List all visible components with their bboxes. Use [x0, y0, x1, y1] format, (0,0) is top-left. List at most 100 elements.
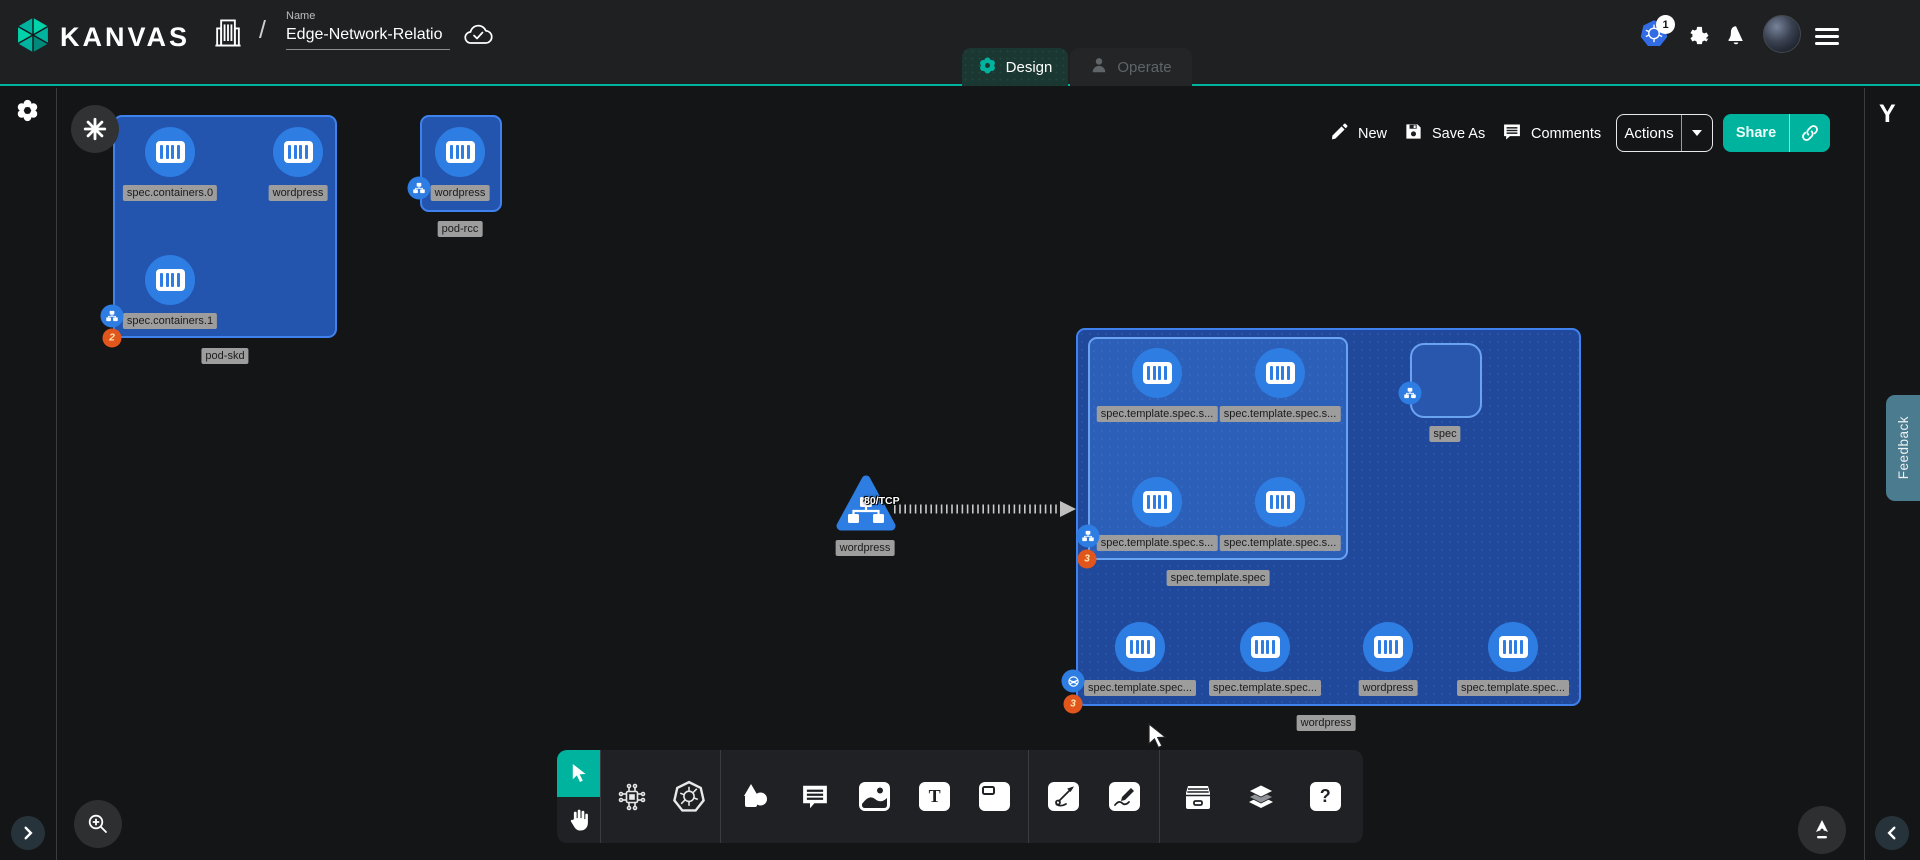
breadcrumb-separator: /: [259, 16, 266, 45]
pen-path-icon: [1048, 782, 1079, 811]
app-header: KANVAS / Name Edge-Network-Relatio: [0, 0, 1920, 86]
node-template-container-1[interactable]: [1255, 348, 1305, 398]
feedback-tab-label: Feedback: [1896, 416, 1911, 479]
tool-shapes[interactable]: [729, 767, 781, 827]
pod-skd-relationship-badge[interactable]: [101, 305, 124, 328]
container-icon: [1499, 636, 1528, 658]
node-label-spec: spec: [1429, 426, 1460, 442]
actions-dropdown-caret[interactable]: [1682, 130, 1712, 136]
comments-button[interactable]: Comments: [1502, 115, 1601, 152]
node-label-pod-rcc: pod-rcc: [438, 221, 483, 237]
node-container-spec-containers-0[interactable]: [145, 127, 195, 177]
meshery-spinner-icon: [15, 98, 40, 128]
new-button-label: New: [1358, 126, 1387, 142]
canvas-toolbar: T: [557, 750, 1363, 843]
brand-title: KANVAS: [60, 22, 190, 53]
node-label: spec.template.spec.s...: [1220, 406, 1341, 422]
actions-button-label[interactable]: Actions: [1617, 125, 1681, 142]
design-name-input[interactable]: Edge-Network-Relatio: [286, 26, 450, 50]
tool-select[interactable]: [557, 750, 600, 797]
copy-link-icon[interactable]: [1790, 123, 1830, 143]
design-tab-label: Design: [1006, 59, 1053, 76]
node-label: spec.template.spec...: [1209, 680, 1321, 696]
node-deploy-container-2[interactable]: [1363, 622, 1413, 672]
node-label: spec.template.spec...: [1084, 680, 1196, 696]
layers-icon: [1245, 782, 1277, 812]
operate-tab-label: Operate: [1117, 59, 1171, 76]
share-split-button[interactable]: Share: [1723, 114, 1830, 152]
tool-help[interactable]: ?: [1299, 767, 1351, 827]
tool-pencil-draw[interactable]: [1098, 767, 1150, 827]
cluster-flake-button[interactable]: [71, 105, 119, 153]
node-template-container-3[interactable]: [1255, 477, 1305, 527]
design-name-label: Name: [286, 10, 450, 22]
node-template-container-0[interactable]: [1132, 348, 1182, 398]
template-error-badge[interactable]: 3: [1078, 550, 1097, 569]
tool-note[interactable]: [968, 767, 1020, 827]
settings-gear-icon[interactable]: [1688, 25, 1711, 53]
node-spec-template-spec[interactable]: [1088, 337, 1348, 560]
container-icon: [1126, 636, 1155, 658]
pod-rcc-relationship-badge[interactable]: [408, 177, 431, 200]
node-label-service: wordpress: [836, 540, 895, 556]
template-relationship-badge[interactable]: [1077, 525, 1100, 548]
pen-mode-button[interactable]: [1798, 806, 1846, 854]
tool-integrations[interactable]: [606, 767, 658, 827]
container-icon: [1251, 636, 1280, 658]
organization-icon[interactable]: [214, 17, 242, 54]
pencil-draw-icon: [1109, 782, 1140, 811]
menu-hamburger-icon[interactable]: [1815, 28, 1839, 45]
node-container-wordpress-1[interactable]: [273, 127, 323, 177]
expand-left-panel-chevron[interactable]: [11, 816, 45, 850]
container-icon: [156, 141, 185, 163]
pod-skd-error-badge[interactable]: 2: [103, 329, 122, 348]
comment-icon: [800, 782, 830, 812]
edge-service-to-deployment: [892, 494, 1082, 524]
tool-pen[interactable]: [1038, 767, 1090, 827]
design-tab-icon: [978, 56, 997, 79]
expand-right-panel-chevron[interactable]: [1875, 816, 1909, 850]
tool-components-drawer[interactable]: [1172, 767, 1224, 827]
feedback-tab[interactable]: Feedback: [1886, 395, 1920, 501]
right-dock-y-icon[interactable]: Y: [1879, 100, 1896, 129]
container-icon: [1374, 636, 1403, 658]
deployment-relationship-badge[interactable]: [1062, 670, 1085, 693]
help-question-icon: ?: [1310, 782, 1341, 811]
new-button[interactable]: New: [1330, 115, 1387, 152]
container-icon: [446, 141, 475, 163]
user-avatar[interactable]: [1763, 15, 1801, 53]
node-template-container-2[interactable]: [1132, 477, 1182, 527]
brand[interactable]: KANVAS: [14, 16, 190, 59]
mouse-cursor: [1146, 722, 1170, 750]
save-as-button-label: Save As: [1432, 126, 1485, 142]
node-container-wordpress-rcc[interactable]: [435, 127, 485, 177]
deployment-error-badge[interactable]: 3: [1064, 695, 1083, 714]
left-rail: [0, 88, 57, 860]
actions-split-button[interactable]: Actions: [1616, 114, 1713, 152]
node-deploy-container-0[interactable]: [1115, 622, 1165, 672]
node-label: spec.template.spec.s...: [1097, 535, 1218, 551]
tab-operate[interactable]: Operate: [1070, 48, 1192, 86]
tool-layers[interactable]: [1235, 767, 1287, 827]
shapes-icon: [739, 781, 771, 813]
container-icon: [1143, 491, 1172, 513]
zoom-tool-button[interactable]: [74, 800, 122, 848]
kubernetes-context-switcher[interactable]: 1: [1639, 19, 1687, 53]
tool-comment[interactable]: [789, 767, 841, 827]
share-button-label[interactable]: Share: [1723, 125, 1789, 141]
drawer-icon: [1182, 783, 1214, 811]
tool-pan[interactable]: [557, 797, 600, 844]
tool-kubernetes[interactable]: [663, 767, 715, 827]
tab-design[interactable]: Design: [962, 48, 1068, 86]
node-deploy-container-1[interactable]: [1240, 622, 1290, 672]
spec-relationship-badge[interactable]: [1399, 382, 1422, 405]
circuit-chip-icon: [616, 781, 648, 813]
node-deploy-container-3[interactable]: [1488, 622, 1538, 672]
node-spec[interactable]: [1410, 343, 1482, 418]
save-as-button[interactable]: Save As: [1404, 115, 1485, 152]
node-container-spec-containers-1[interactable]: [145, 255, 195, 305]
notifications-bell-icon[interactable]: [1725, 24, 1747, 53]
tool-image[interactable]: [849, 767, 901, 827]
select-cursor-icon: [569, 763, 588, 784]
tool-text[interactable]: T: [909, 767, 961, 827]
